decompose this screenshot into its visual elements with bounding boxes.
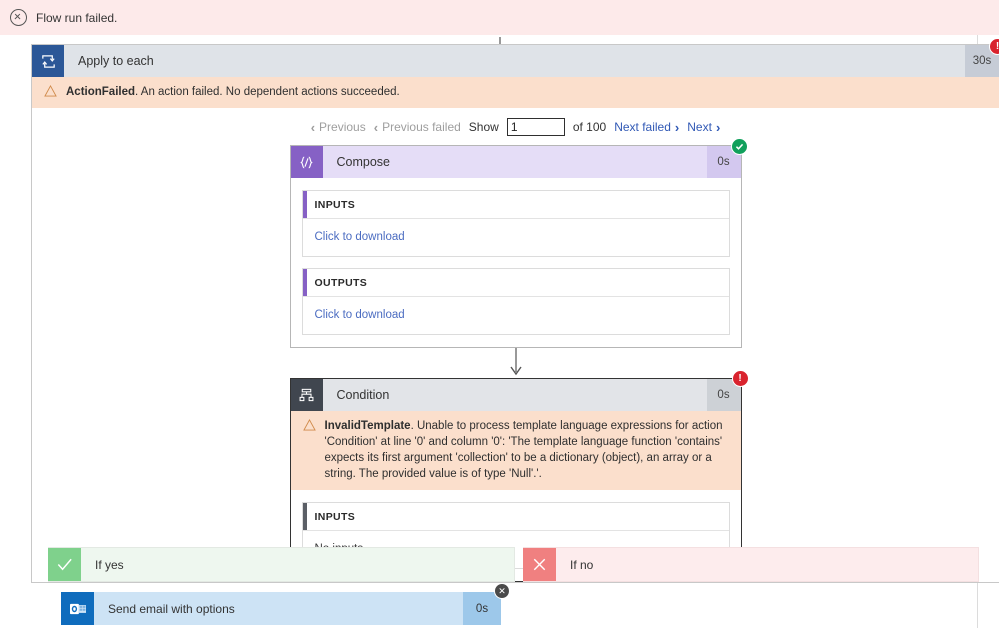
condition-error-strip: InvalidTemplate. Unable to process templ… [290,411,741,490]
apply-to-each-header[interactable]: Apply to each 30s ! [32,38,999,77]
warning-triangle-icon [44,85,57,97]
compose-outputs-panel: OUTPUTS Click to download [301,268,730,335]
apply-to-each-error-text: ActionFailed. An action failed. No depen… [66,84,400,100]
apply-to-each-error-code: ActionFailed [66,86,136,98]
pager-previous-failed-button[interactable]: ‹ Previous failed [374,120,461,135]
apply-to-each-box: Apply to each 30s ! ActionFailed. An act… [31,38,999,583]
chevron-left-icon: ‹ [310,119,316,135]
pager-previous-label: Previous [319,120,366,134]
pager-next-label: Next [687,120,712,134]
flow-failure-text: Flow run failed. [36,10,118,25]
loop-repeat-icon [32,45,64,77]
branch-if-no: If no [523,547,979,625]
compose-outputs-header: OUTPUTS [302,269,729,297]
condition-error-badge: ! [731,370,749,387]
compose-outputs-label: OUTPUTS [314,276,368,289]
compose-inputs-panel: INPUTS Click to download [301,190,730,257]
pager-next-failed-button[interactable]: Next failed › [614,120,679,135]
compose-inputs-label: INPUTS [314,198,356,211]
apply-to-each-error-strip: ActionFailed. An action failed. No depen… [32,77,999,108]
condition-inputs-label: INPUTS [314,510,356,523]
condition-error-code: InvalidTemplate [324,420,411,432]
outlook-icon [61,592,94,625]
cross-mark-icon [523,548,556,581]
compose-header[interactable]: Compose 0s [290,138,748,178]
flow-failure-banner: Flow run failed. [0,0,999,35]
error-circle-x-icon [10,9,27,26]
arrow-down-icon [509,348,522,376]
branch-if-yes: If yes Send email with options 0s ✕ [48,547,515,625]
compose-success-badge [730,138,748,155]
apply-to-each-error-badge: ! [989,38,999,55]
pager-previous-failed-label: Previous failed [382,120,461,134]
send-email-title: Send email with options [108,601,235,616]
compose-outputs-body: Click to download [303,297,729,334]
condition-branches: If yes Send email with options 0s ✕ If n… [48,547,999,625]
if-yes-header[interactable]: If yes [48,547,515,582]
chevron-right-icon: › [715,119,721,135]
if-no-header[interactable]: If no [523,547,979,582]
check-mark-icon [48,548,81,581]
pager-page-input[interactable] [506,118,565,136]
send-email-duration: 0s [463,592,501,625]
send-email-action-card[interactable]: Send email with options 0s ✕ [61,583,510,625]
if-yes-label: If yes [95,557,124,572]
apply-to-each-error-detail: . An action failed. No dependent actions… [135,86,400,98]
compose-inputs-header: INPUTS [302,191,729,219]
pager-next-failed-label: Next failed [614,120,671,134]
condition-header[interactable]: Condition 0s ! [290,370,749,411]
apply-to-each-container: Apply to each 30s ! ActionFailed. An act… [31,38,999,628]
chevron-right-icon: › [674,119,680,135]
pager-previous-button[interactable]: ‹ Previous [311,120,366,135]
warning-triangle-icon [302,419,316,431]
condition-title: Condition [336,388,390,402]
iteration-pager: ‹ Previous ‹ Previous failed Show of 100… [32,108,999,145]
if-no-label: If no [570,557,594,572]
pager-total-label: of 100 [572,120,607,134]
compose-title: Compose [336,155,391,169]
compose-inputs-body: Click to download [303,219,729,256]
compose-body: INPUTS Click to download OUTPUTS Click t… [291,178,741,347]
condition-error-text: InvalidTemplate. Unable to process templ… [325,418,731,482]
send-email-close-button[interactable]: ✕ [494,583,510,599]
compose-to-condition-connector [32,348,999,378]
compose-braces-icon [290,146,323,178]
compose-action-card[interactable]: Compose 0s INPUTS Click to download OUTP… [289,138,748,348]
chevron-left-icon: ‹ [373,119,379,135]
condition-inputs-header: INPUTS [302,503,729,531]
if-no-body [523,582,979,592]
if-yes-body: Send email with options 0s ✕ [48,582,515,625]
pager-show-label: Show [468,120,499,134]
pager-next-button[interactable]: Next › [687,120,720,135]
compose-outputs-download-link[interactable]: Click to download [315,309,405,321]
success-check-icon [735,143,743,150]
compose-inputs-download-link[interactable]: Click to download [315,231,405,243]
apply-to-each-title: Apply to each [78,54,154,68]
condition-branch-icon [290,379,323,411]
